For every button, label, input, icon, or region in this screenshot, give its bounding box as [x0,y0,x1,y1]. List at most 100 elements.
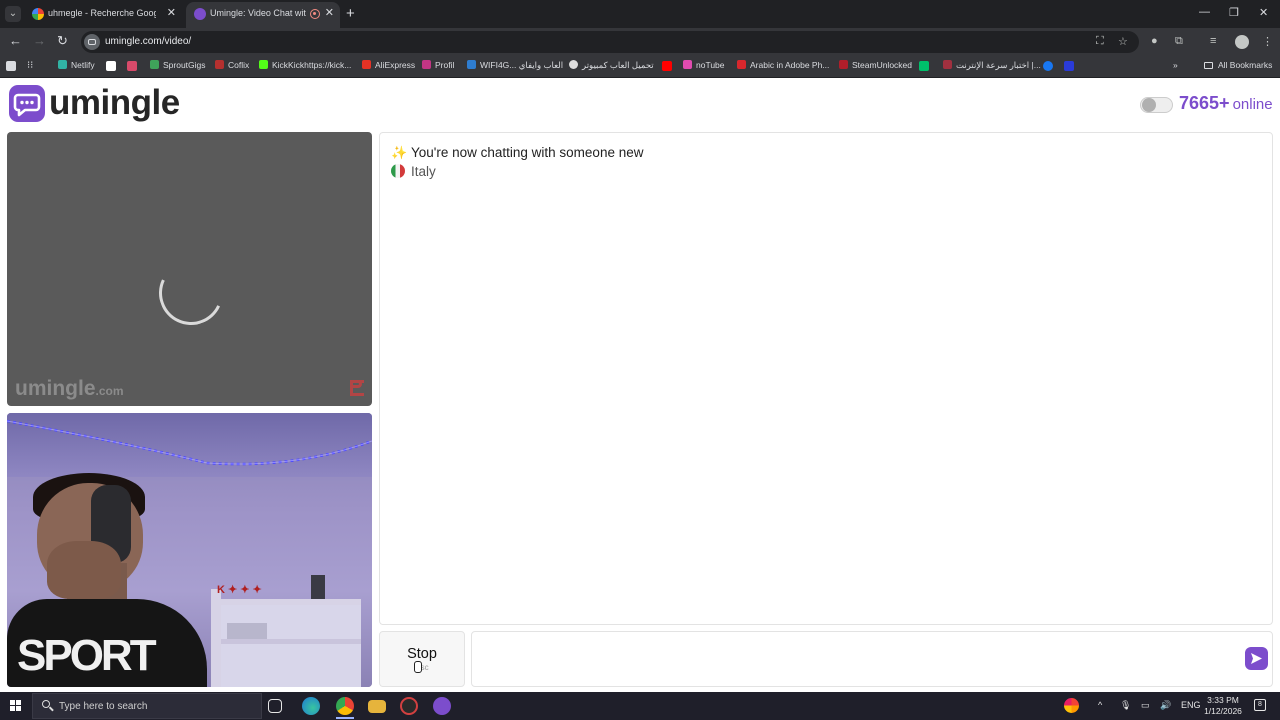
theme-toggle[interactable] [1140,97,1173,113]
bookmark-netlify[interactable]: Netlify [58,60,95,73]
language-indicator[interactable]: ENG [1181,700,1201,710]
facebook-icon[interactable] [1043,61,1053,71]
reload-icon[interactable]: ↻ [57,33,68,49]
extension-dot-icon[interactable]: ● [1151,35,1158,47]
tab-search-button[interactable]: ⌄ [5,6,21,22]
tab-title: Umingle: Video Chat with St [210,8,306,18]
recording-indicator-icon [310,9,320,19]
bookmark-star-icon[interactable]: ☆ [1118,35,1128,48]
bookmark-speed-test[interactable]: اختبار سرعة الإنترنت |... [943,60,1041,73]
profile-avatar-icon[interactable] [1235,35,1249,49]
task-view-icon[interactable] [268,699,282,713]
wifi4g-icon [467,60,476,69]
italy-flag-icon [391,164,405,178]
stop-button[interactable]: Stop Esc [379,631,465,687]
bookmarks-bar: ⁝⁝ Netlify SproutGigs Coflix KickKickhtt… [0,56,1280,78]
report-flag-icon[interactable] [350,380,364,396]
new-tab-button[interactable]: + [346,5,355,22]
message-input[interactable] [472,632,1232,686]
windows-taskbar: Type here to search ^ 🎙 ▭ 🔊 ENG 3:33 PM … [0,692,1280,720]
recorder-app-icon[interactable] [400,697,418,715]
bookmark-kick[interactable]: KickKickhttps://kick... [259,60,351,73]
bookmark-arabic-photoshop[interactable]: Arabic in Adobe Ph... [737,60,829,73]
online-counter: 7665+ online [1179,93,1273,114]
sparkles-icon: ✨ [391,145,408,160]
extensions-puzzle-icon[interactable]: ⧉ [1175,35,1183,48]
file-explorer-icon[interactable] [368,700,386,713]
address-bar[interactable]: umingle.com/video/ ⛶ ☆ [81,31,1139,53]
online-count: 7665+ [1179,93,1230,113]
apps-grid-icon[interactable] [6,61,16,71]
clock-time: 3:33 PM [1207,695,1239,705]
umingle-page: umingle 7665+ online umingle.com K ✦ ✦ ✦ … [0,78,1280,692]
restore-window-button[interactable]: ❐ [1229,6,1239,19]
loading-spinner-icon [149,251,233,335]
browser-menu-icon[interactable]: ⋮ [1262,35,1273,48]
close-tab-icon[interactable]: ✕ [167,6,176,19]
bookmark-pink-icon[interactable] [127,61,137,71]
system-message: ✨ You're now chatting with someone new [391,145,644,160]
self-camera-video: K ✦ ✦ ✦ SPORT [7,413,372,687]
volume-icon[interactable]: 🔊 [1160,700,1171,711]
bookmark-sproutgigs[interactable]: SproutGigs [150,60,206,73]
send-button[interactable] [1245,647,1268,670]
umingle-app-icon[interactable] [433,697,451,715]
tab-google-search[interactable]: uhmegle - Recherche Google ✕ [24,2,182,28]
minimize-window-button[interactable]: — [1199,6,1210,18]
notification-center-icon[interactable]: 8 [1254,699,1266,711]
network-icon[interactable]: ▭ [1141,700,1150,711]
all-bookmarks-folder[interactable]: All Bookmarks [1204,60,1272,70]
person-hand [47,541,121,599]
windows-start-icon[interactable] [10,700,22,712]
bookmark-notube[interactable]: noTube [683,60,725,73]
umingle-favicon-icon [194,8,206,20]
bookmark-coflix[interactable]: Coflix [215,60,249,73]
back-icon[interactable]: ← [9,33,22,48]
games-icon [569,60,578,69]
browser-tab-strip: ⌄ uhmegle - Recherche Google ✕ Umingle: … [0,0,1280,28]
send-icon [1251,653,1262,664]
chrome-icon[interactable] [336,697,354,715]
show-hidden-icons-icon[interactable]: ^ [1098,700,1102,710]
bookmarks-menu-icon[interactable]: ⁝⁝ [27,60,33,73]
shelf-object [227,623,267,639]
bookmark-pc-games[interactable]: تحميل العاب كمبيوتر [569,60,654,73]
close-window-button[interactable]: ✕ [1259,6,1268,19]
bookmark-steamunlocked[interactable]: SteamUnlocked [839,60,912,73]
edge-icon[interactable] [302,697,320,715]
steamunlocked-icon [839,60,848,69]
microphone-icon[interactable]: 🎙 [1120,700,1131,711]
bookmark-c-icon[interactable] [106,61,116,71]
forward-icon: → [33,33,46,48]
site-logo[interactable]: umingle [49,83,180,123]
led-strip-lights [7,419,372,466]
stranger-video: umingle.com [7,132,372,406]
coflix-icon [215,60,224,69]
translate-icon[interactable]: ⛶ [1096,35,1104,48]
close-tab-icon[interactable]: ✕ [325,6,334,19]
netlify-icon [58,60,67,69]
more-bookmarks-icon[interactable]: » [1173,60,1178,73]
taskbar-search[interactable]: Type here to search [32,693,262,719]
bookmark-aliexpress[interactable]: AliExpress [362,60,415,73]
youtube-icon[interactable] [662,61,672,71]
google-icon [32,8,44,20]
bookmark-profil[interactable]: Profil [422,60,454,73]
notube-icon [683,60,692,69]
tab-umingle[interactable]: Umingle: Video Chat with St ✕ [186,2,340,28]
toggle-knob [1142,98,1156,112]
umingle-chat-bubble-icon[interactable] [9,85,45,122]
video-watermark: umingle.com [15,377,124,400]
bookmark-green-icon[interactable] [919,61,929,71]
media-controls-icon[interactable]: ≡ [1210,35,1216,47]
site-info-icon[interactable] [84,34,100,50]
stranger-country: Italy [391,164,436,179]
weather-widget-icon[interactable] [1064,698,1079,713]
wall-shelf [211,599,361,605]
aliexpress-icon [362,60,371,69]
search-icon [42,700,50,708]
bookmark-wifi4g[interactable]: WIFI4G... العاب وايفاي [467,60,563,73]
system-clock[interactable]: 3:33 PM 1/12/2026 [1199,695,1247,717]
bookmark-blue-icon[interactable] [1064,61,1074,71]
browser-toolbar: ← → ↻ umingle.com/video/ ⛶ ☆ ● ⧉ ≡ ⋮ [0,28,1280,56]
